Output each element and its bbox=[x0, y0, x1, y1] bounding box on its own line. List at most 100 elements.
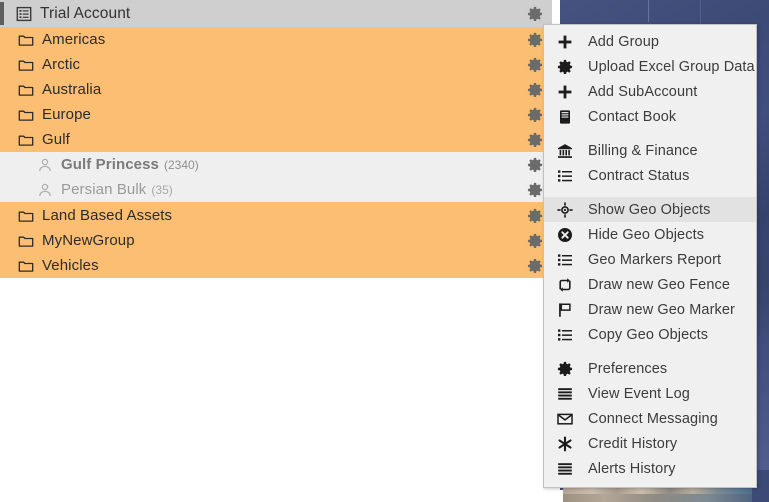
gear-icon[interactable] bbox=[527, 57, 543, 73]
gear-icon[interactable] bbox=[527, 82, 543, 98]
book-icon bbox=[556, 108, 574, 126]
tree-row-label: Persian Bulk bbox=[61, 181, 147, 198]
menu-item-contract-status[interactable]: Contract Status bbox=[544, 163, 756, 188]
tree-row-group[interactable]: Gulf bbox=[0, 127, 552, 152]
crosshair-icon bbox=[556, 201, 574, 219]
list-icon bbox=[556, 167, 574, 185]
gear-icon[interactable] bbox=[527, 107, 543, 123]
selection-indicator bbox=[0, 2, 4, 25]
menu-item-label: Show Geo Objects bbox=[588, 201, 711, 218]
menu-item-label: Contract Status bbox=[588, 167, 690, 184]
list-box-icon bbox=[15, 5, 33, 23]
menu-separator bbox=[544, 347, 756, 356]
folder-icon bbox=[17, 56, 35, 74]
gear-icon[interactable] bbox=[527, 208, 543, 224]
envelope-icon bbox=[556, 410, 574, 428]
menu-item-geo-markers-report[interactable]: Geo Markers Report bbox=[544, 247, 756, 272]
menu-item-label: Draw new Geo Fence bbox=[588, 276, 731, 293]
menu-item-label: Connect Messaging bbox=[588, 410, 718, 427]
gear-icon bbox=[556, 58, 574, 76]
tree-row-label: MyNewGroup bbox=[42, 232, 135, 249]
user-icon bbox=[36, 181, 54, 199]
account-label: Trial Account bbox=[40, 4, 131, 22]
menu-item-hide-geo-objects[interactable]: Hide Geo Objects bbox=[544, 222, 756, 247]
tree-row-label: Americas bbox=[42, 31, 106, 48]
menu-item-label: Contact Book bbox=[588, 108, 677, 125]
lines-icon bbox=[556, 460, 574, 478]
menu-item-contact-book[interactable]: Contact Book bbox=[544, 104, 756, 129]
list-icon bbox=[556, 251, 574, 269]
plus-icon bbox=[556, 33, 574, 51]
account-tree-panel: Trial Account Americas Arctic Australia Euro… bbox=[0, 0, 552, 278]
menu-item-label: Alerts History bbox=[588, 460, 676, 477]
menu-item-draw-new-geo-marker[interactable]: Draw new Geo Marker bbox=[544, 297, 756, 322]
tree-row-label: Gulf bbox=[42, 131, 70, 148]
menu-item-label: Copy Geo Objects bbox=[588, 326, 709, 343]
menu-item-label: Add SubAccount bbox=[588, 83, 698, 100]
tree-row-asset[interactable]: Persian Bulk (35) bbox=[0, 177, 552, 202]
gear-icon[interactable] bbox=[527, 233, 543, 249]
menu-item-show-geo-objects[interactable]: Show Geo Objects bbox=[544, 197, 756, 222]
folder-icon bbox=[17, 131, 35, 149]
flag-icon bbox=[556, 301, 574, 319]
menu-item-label: Upload Excel Group Data bbox=[588, 58, 755, 75]
folder-icon bbox=[17, 257, 35, 275]
menu-item-preferences[interactable]: Preferences bbox=[544, 356, 756, 381]
tree-row-asset[interactable]: Gulf Princess (2340) bbox=[0, 152, 552, 177]
account-context-menu[interactable]: Add Group Upload Excel Group Data Add SubA… bbox=[543, 24, 757, 488]
tree-row-group[interactable]: Arctic bbox=[0, 52, 552, 77]
gear-icon[interactable] bbox=[527, 32, 543, 48]
tree-row-group[interactable]: Land Based Assets bbox=[0, 203, 552, 228]
list-icon bbox=[556, 326, 574, 344]
menu-item-label: Credit History bbox=[588, 435, 678, 452]
gear-icon bbox=[556, 360, 574, 378]
tree-row-count: (2340) bbox=[164, 157, 199, 172]
menu-item-label: Add Group bbox=[588, 33, 660, 50]
tree-row-group[interactable]: Vehicles bbox=[0, 253, 552, 278]
tree-row-label: Australia bbox=[42, 81, 102, 98]
tree-row-group[interactable]: MyNewGroup bbox=[0, 228, 552, 253]
bank-icon bbox=[556, 142, 574, 160]
menu-item-connect-messaging[interactable]: Connect Messaging bbox=[544, 406, 756, 431]
menu-item-label: Draw new Geo Marker bbox=[588, 301, 735, 318]
exchange-icon bbox=[556, 276, 574, 294]
background-photo-shore-lower bbox=[563, 494, 769, 502]
menu-item-view-event-log[interactable]: View Event Log bbox=[544, 381, 756, 406]
background-seam bbox=[648, 0, 649, 22]
menu-item-copy-geo-objects[interactable]: Copy Geo Objects bbox=[544, 322, 756, 347]
tree-row-group[interactable]: Europe bbox=[0, 102, 552, 127]
menu-separator bbox=[544, 129, 756, 138]
tree-row-label: Europe bbox=[42, 106, 91, 123]
gear-icon[interactable] bbox=[527, 182, 543, 198]
folder-icon bbox=[17, 31, 35, 49]
menu-item-credit-history[interactable]: Credit History bbox=[544, 431, 756, 456]
gear-icon[interactable] bbox=[527, 6, 543, 22]
tree-row-count: (35) bbox=[151, 182, 173, 197]
user-icon bbox=[36, 156, 54, 174]
menu-item-alerts-history[interactable]: Alerts History bbox=[544, 456, 756, 481]
plus-icon bbox=[556, 83, 574, 101]
tree-row-label: Gulf Princess bbox=[61, 156, 160, 173]
menu-item-add-subaccount[interactable]: Add SubAccount bbox=[544, 79, 756, 104]
menu-item-upload-excel-group-data[interactable]: Upload Excel Group Data bbox=[544, 54, 756, 79]
gear-icon[interactable] bbox=[527, 132, 543, 148]
folder-icon bbox=[17, 232, 35, 250]
tree-row-group[interactable]: Americas bbox=[0, 27, 552, 52]
menu-item-label: Geo Markers Report bbox=[588, 251, 722, 268]
gear-icon[interactable] bbox=[527, 258, 543, 274]
menu-item-add-group[interactable]: Add Group bbox=[544, 29, 756, 54]
menu-item-label: Hide Geo Objects bbox=[588, 226, 705, 243]
tree-row-label: Land Based Assets bbox=[42, 207, 173, 224]
close-circle-icon bbox=[556, 226, 574, 244]
folder-icon bbox=[17, 106, 35, 124]
menu-item-billing-finance[interactable]: Billing & Finance bbox=[544, 138, 756, 163]
gear-icon[interactable] bbox=[527, 157, 543, 173]
lines-icon bbox=[556, 385, 574, 403]
tree-row-account[interactable]: Trial Account bbox=[0, 0, 552, 27]
tree-row-group[interactable]: Australia bbox=[0, 77, 552, 102]
menu-item-label: Preferences bbox=[588, 360, 668, 377]
folder-icon bbox=[17, 207, 35, 225]
asterisk-icon bbox=[556, 435, 574, 453]
menu-item-draw-new-geo-fence[interactable]: Draw new Geo Fence bbox=[544, 272, 756, 297]
menu-item-label: Billing & Finance bbox=[588, 142, 698, 159]
